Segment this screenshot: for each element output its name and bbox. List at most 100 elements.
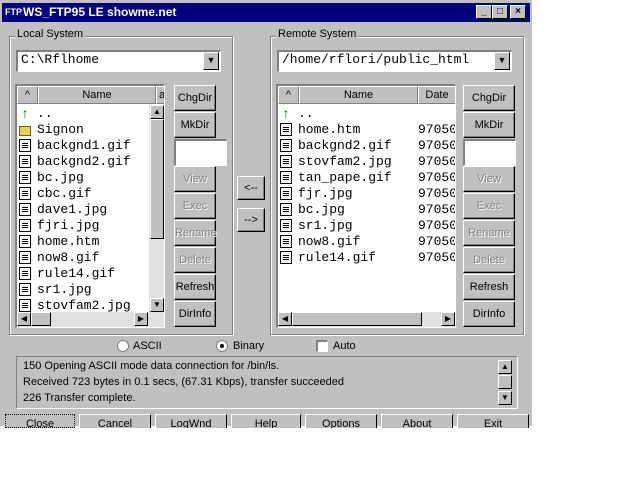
file-row[interactable]: backgnd2.gif [280, 138, 392, 154]
file-row[interactable]: backgnd1.gif [19, 138, 131, 154]
local-exec-button[interactable]: Exec [174, 193, 216, 219]
local-scroll-thumb[interactable] [150, 119, 164, 239]
file-row[interactable]: backgnd2.gif [19, 154, 131, 170]
file-row[interactable]: home.htm [19, 234, 99, 250]
file-row[interactable]: rule14.gif [19, 266, 115, 282]
remote-horizontal-scrollbar[interactable]: ◀ ▶ [278, 312, 455, 327]
remote-file-list[interactable]: ^ Name Date ↑.. home.htm 97050 backgnd2.gif… [276, 84, 456, 328]
minimize-button[interactable]: _ [476, 5, 492, 19]
file-date: 97050 [418, 170, 456, 185]
file-row[interactable]: bc.jpg [280, 202, 345, 218]
file-date: 97050 [418, 186, 456, 201]
file-row[interactable]: fjr.jpg [280, 186, 353, 202]
local-filter-input[interactable] [174, 139, 227, 166]
local-delete-button[interactable]: Delete [174, 247, 216, 273]
remote-chgdir-button[interactable]: ChgDir [463, 85, 515, 111]
upload-button[interactable]: --> [237, 208, 265, 232]
local-path-combo[interactable]: C:\Rflhome [16, 50, 221, 72]
file-row[interactable]: cbc.gif [19, 186, 92, 202]
status-log[interactable]: 150 Opening ASCII mode data connection f… [16, 356, 518, 409]
scroll-up-button[interactable]: ▲ [150, 105, 164, 119]
local-view-button[interactable]: View [174, 166, 216, 192]
close-window-button[interactable]: × [510, 5, 526, 19]
chevron-down-icon: ▼ [497, 55, 507, 65]
file-name: fjri.jpg [37, 218, 100, 233]
file-icon [19, 267, 31, 281]
scroll-right-button[interactable]: ▶ [441, 312, 455, 326]
remote-rename-button[interactable]: Rename [463, 220, 515, 246]
auto-checkbox[interactable] [316, 340, 328, 352]
local-mkdir-button[interactable]: MkDir [174, 112, 216, 138]
file-row[interactable]: Signon [19, 122, 84, 138]
file-row[interactable]: sr1.jpg [19, 282, 92, 298]
file-name: backgnd2.gif [298, 138, 392, 153]
remote-filter-input[interactable] [463, 139, 516, 166]
ftp-app-icon: FTP [5, 7, 22, 17]
close-button[interactable]: Close [5, 414, 75, 428]
local-attr-header[interactable]: a [156, 86, 164, 104]
local-rename-button[interactable]: Rename [174, 220, 217, 246]
log-line: 226 Transfer complete. [23, 392, 136, 404]
file-row[interactable]: home.htm [280, 122, 360, 138]
file-row[interactable]: ↑.. [280, 106, 314, 122]
local-dirinfo-button[interactable]: DirInfo [174, 301, 216, 327]
about-button[interactable]: About [381, 414, 453, 428]
local-name-header[interactable]: Name [38, 86, 156, 104]
binary-radio[interactable] [216, 340, 228, 352]
file-row[interactable]: rule14.gif [280, 250, 376, 266]
file-row[interactable]: fjri.jpg [19, 218, 99, 234]
scroll-right-button[interactable]: ▶ [134, 312, 148, 326]
local-path-dropdown-button[interactable]: ▼ [203, 52, 219, 70]
remote-dirinfo-button[interactable]: DirInfo [463, 301, 515, 327]
local-file-list[interactable]: ^ Name a ↑.. Signon backgnd1.gif backgnd2.g… [15, 84, 165, 328]
exit-button[interactable]: Exit [457, 414, 529, 428]
scroll-up-button[interactable]: ▲ [498, 360, 512, 374]
remote-mkdir-button[interactable]: MkDir [463, 112, 515, 138]
cancel-button[interactable]: Cancel [79, 414, 151, 428]
local-refresh-button[interactable]: Refresh [174, 274, 216, 300]
remote-name-header[interactable]: Name [299, 86, 418, 104]
remote-view-button[interactable]: View [463, 166, 515, 192]
scroll-down-button[interactable]: ▼ [150, 298, 164, 312]
remote-path-combo[interactable]: /home/rflori/public_html [277, 50, 512, 72]
remote-date-header[interactable]: Date [418, 86, 455, 104]
file-icon [280, 235, 292, 249]
file-row[interactable]: stovfam2.jpg [280, 154, 392, 170]
file-row[interactable]: ↑.. [19, 106, 53, 122]
options-button[interactable]: Options [305, 414, 377, 428]
file-row[interactable]: bc.jpg [19, 170, 84, 186]
title-bar[interactable]: FTP WS_FTP95 LE showme.net _ □ × [2, 3, 530, 22]
file-name: bc.jpg [37, 170, 84, 185]
ascii-radio[interactable] [117, 340, 129, 352]
log-scrollbar[interactable]: ▲ ▼ [496, 358, 514, 407]
file-row[interactable]: now8.gif [19, 250, 99, 266]
remote-sort-header[interactable]: ^ [278, 86, 299, 104]
local-chgdir-button[interactable]: ChgDir [174, 85, 216, 111]
scroll-down-button[interactable]: ▼ [498, 391, 512, 405]
remote-refresh-button[interactable]: Refresh [463, 274, 515, 300]
remote-delete-button[interactable]: Delete [463, 247, 515, 273]
file-name: cbc.gif [37, 186, 92, 201]
maximize-button[interactable]: □ [492, 5, 508, 19]
file-name: tan_pape.gif [298, 170, 392, 185]
scroll-left-button[interactable]: ◀ [17, 312, 31, 326]
logwnd-button[interactable]: LogWnd [155, 414, 227, 428]
scroll-left-button[interactable]: ◀ [278, 312, 292, 326]
file-row[interactable]: dave1.jpg [19, 202, 107, 218]
local-horizontal-scrollbar[interactable]: ◀ ▶ [17, 312, 164, 327]
download-button[interactable]: <-- [237, 176, 265, 200]
file-icon [19, 299, 31, 313]
remote-hscroll-thumb[interactable] [292, 312, 422, 326]
local-hscroll-thumb[interactable] [31, 312, 51, 326]
help-button[interactable]: Help [231, 414, 301, 428]
local-sort-header[interactable]: ^ [17, 86, 38, 104]
file-row[interactable]: sr1.jpg [280, 218, 353, 234]
file-row[interactable]: tan_pape.gif [280, 170, 392, 186]
local-vertical-scrollbar[interactable]: ▲ ▼ [149, 105, 164, 312]
file-row[interactable]: now8.gif [280, 234, 360, 250]
file-icon [19, 203, 31, 217]
file-name: rule14.gif [298, 250, 377, 265]
log-scroll-thumb[interactable] [498, 375, 512, 389]
remote-path-dropdown-button[interactable]: ▼ [494, 52, 510, 70]
remote-exec-button[interactable]: Exec [463, 193, 515, 219]
